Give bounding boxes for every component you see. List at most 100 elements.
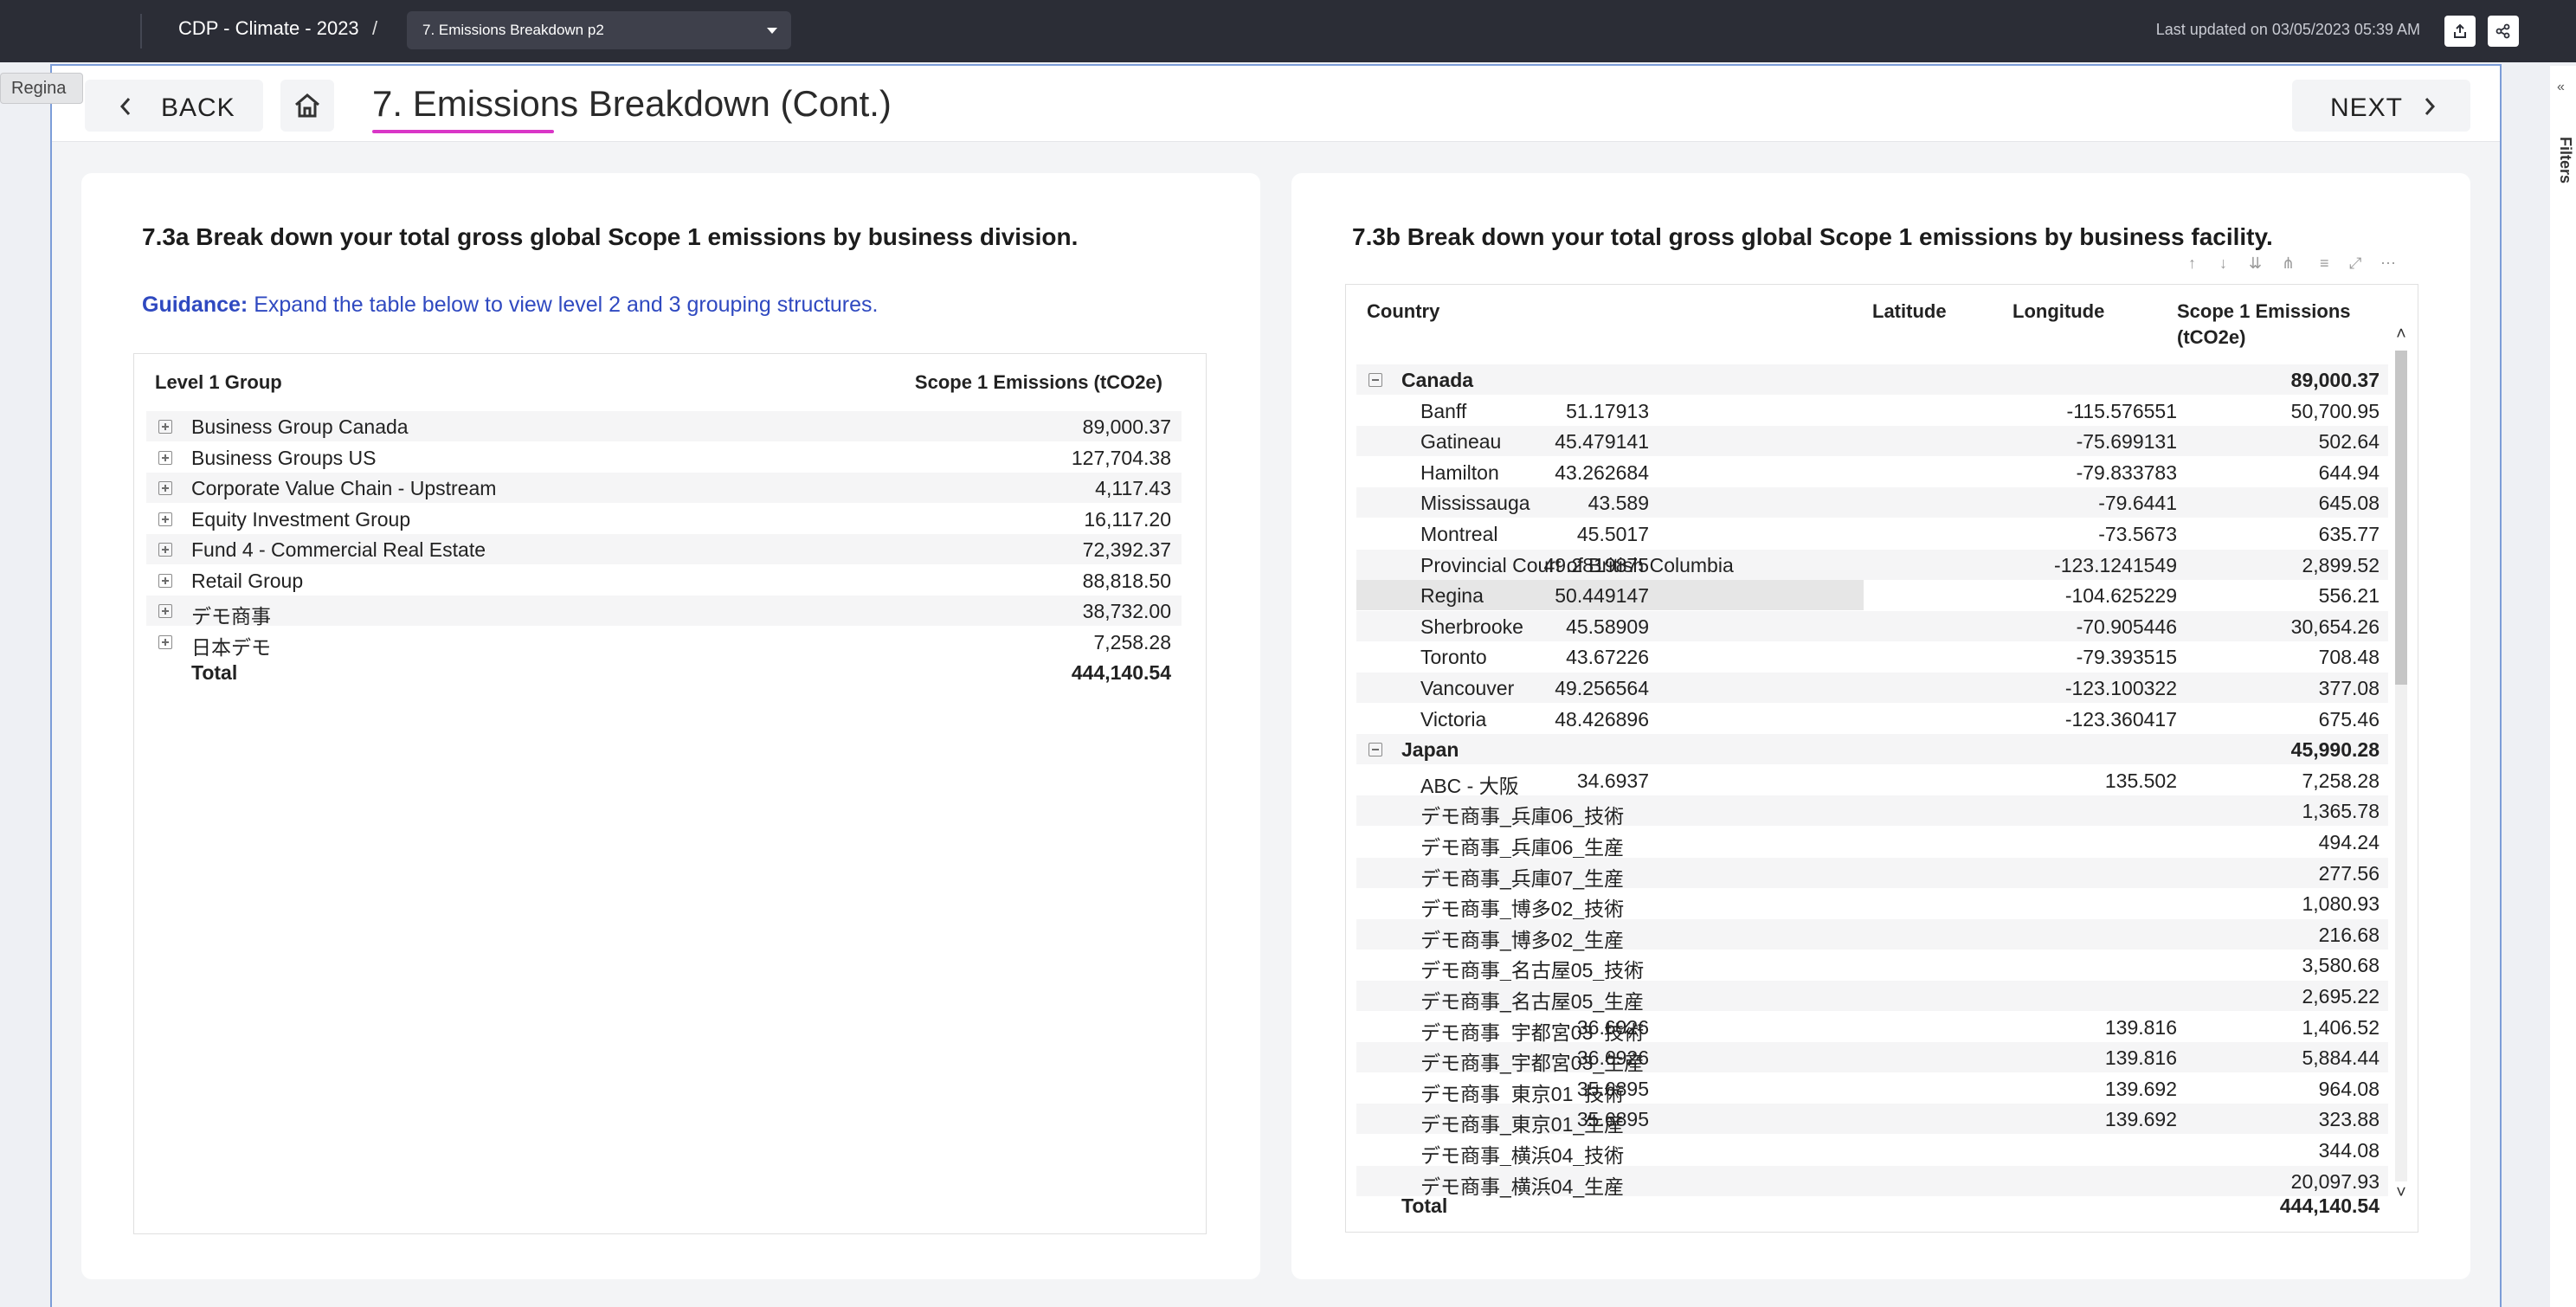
expand-icon[interactable] [158,543,172,557]
filters-pane[interactable]: « Filters [2550,66,2576,1307]
scroll-up-icon[interactable]: ˄ [2392,325,2411,344]
collapse-icon[interactable]: « [2557,80,2565,95]
scroll-down-icon[interactable]: ˅ [2392,1183,2411,1203]
longitude-value: 139.816 [2104,1046,2177,1070]
emissions-value: 1,406.52 [2302,1015,2380,1039]
next-button[interactable]: NEXT [2292,80,2470,132]
table-row[interactable]: Business Group Canada 89,000.37 [146,411,1182,441]
table-row[interactable]: Gatineau 45.479141 -75.699131 502.64 [1356,426,2388,457]
total-value: 444,140.54 [2279,1194,2380,1217]
facility-name: デモ商事_博多02_生産 [1420,928,1625,951]
division-emissions: 7,258.28 [1093,630,1171,654]
collapse-icon[interactable] [1368,373,1382,387]
division-emissions: 89,000.37 [1082,415,1171,438]
facility-name: デモ商事_兵庫06_生産 [1420,836,1625,859]
longitude-value: -123.1241549 [2054,553,2177,576]
table-row[interactable]: デモ商事_兵庫06_生産 494.24 [1356,827,2388,859]
facility-name: Gatineau [1420,430,1502,454]
expand-icon[interactable] [158,420,172,434]
group-row[interactable]: Japan 45,990.28 [1356,734,2388,765]
expand-icon[interactable] [158,481,172,495]
focus-mode-icon[interactable]: ⤢ [2349,254,2361,273]
group-row[interactable]: Canada 89,000.37 [1356,364,2388,395]
export-button[interactable] [2444,16,2476,47]
emissions-value: 675.46 [2318,707,2380,731]
table-row[interactable]: デモ商事_博多02_生産 216.68 [1356,918,2388,951]
expand-icon[interactable] [158,573,172,588]
share-button[interactable] [2488,16,2519,47]
emissions-value: 323.88 [2318,1108,2380,1131]
table-scrollbar[interactable]: ˄ ˅ [2392,302,2411,1216]
table-row[interactable]: Toronto 43.67226 -79.393515 708.48 [1356,641,2388,672]
table-row[interactable]: デモ商事_横浜04_技術 344.08 [1356,1135,2388,1167]
table-row[interactable]: Banff 51.17913 -115.576551 50,700.95 [1356,396,2388,426]
drill-up-icon[interactable]: ↑ [2188,254,2196,273]
table-row[interactable]: Equity Investment Group 16,117.20 [146,504,1182,534]
longitude-value: -104.625229 [2064,584,2177,608]
table-row[interactable]: Vancouver 49.256564 -123.100322 377.08 [1356,673,2388,703]
more-options-icon[interactable]: ⋯ [2380,254,2396,273]
table-row[interactable]: デモ商事_兵庫06_技術 1,365.78 [1356,795,2388,827]
table-row[interactable]: デモ商事_名古屋05_生産 2,695.22 [1356,981,2388,1013]
table-row[interactable]: Montreal 45.5017 -73.5673 635.77 [1356,518,2388,549]
table-row[interactable]: デモ商事_東京01_生産 35.6895 139.692 323.88 [1356,1104,2388,1136]
expand-icon[interactable] [158,512,172,526]
latitude-value: 50.449147 [1555,584,1649,608]
table-row[interactable]: デモ商事_博多02_技術 1,080.93 [1356,888,2388,920]
facility-name: ABC - 大阪 [1420,774,1519,797]
emissions-value: 494.24 [2318,831,2380,853]
back-button[interactable]: BACK [85,80,263,132]
emissions-value: 1,080.93 [2302,892,2380,916]
table-row[interactable]: デモ商事_兵庫07_生産 277.56 [1356,857,2388,890]
filter-icon[interactable]: ≡ [2320,254,2329,273]
table-row[interactable]: Fund 4 - Commercial Real Estate 72,392.37 [146,534,1182,564]
emissions-value: 5,884.44 [2302,1046,2380,1070]
latitude-value: 34.6937 [1576,769,1649,792]
emissions-value: 216.68 [2318,923,2380,946]
facility-name: Montreal [1420,523,1498,545]
longitude-value: -115.576551 [2066,399,2177,422]
table-row[interactable]: Retail Group 88,818.50 [146,565,1182,596]
table-row[interactable]: Corporate Value Chain - Upstream 4,117.43 [146,473,1182,503]
column-header-longitude[interactable]: Longitude [2012,299,2104,325]
table-row[interactable]: デモ商事_東京01_技術 35.6895 139.692 964.08 [1356,1073,2388,1105]
scroll-thumb[interactable] [2395,351,2407,685]
expand-hierarchy-icon[interactable]: ⋔ [2282,254,2295,273]
longitude-value: -70.905446 [2076,615,2177,638]
next-button-label: NEXT [2330,93,2404,122]
column-header-level-1-group[interactable]: Level 1 Group [155,371,282,394]
table-row[interactable]: Hamilton 43.262684 -79.833783 644.94 [1356,457,2388,487]
table-row[interactable]: Sherbrooke 45.58909 -70.905446 30,654.26 [1356,610,2388,641]
table-row[interactable]: デモ商事_宇都宮03_生産 36.6926 139.816 5,884.44 [1356,1042,2388,1074]
table-row[interactable]: Provincial Court of British Columbia 49.2… [1356,549,2388,580]
column-header-latitude[interactable]: Latitude [1872,299,1947,325]
table-row[interactable]: デモ商事_名古屋05_技術 3,580.68 [1356,950,2388,982]
table-row[interactable]: Business Groups US 127,704.38 [146,442,1182,473]
emissions-value: 7,258.28 [2302,769,2380,792]
longitude-value: -73.5673 [2098,523,2177,545]
total-row: Total 444,140.54 [146,657,1182,687]
breadcrumb-report[interactable]: CDP - Climate - 2023 [178,17,359,40]
home-button[interactable] [280,80,334,132]
title-underline [372,130,554,133]
drill-down-icon[interactable]: ↓ [2219,254,2227,273]
column-header-scope1[interactable]: Scope 1 Emissions (tCO2e) [2177,299,2351,351]
expand-icon[interactable] [158,604,172,618]
table-row[interactable]: ABC - 大阪 34.6937 135.502 7,258.28 [1356,765,2388,797]
expand-icon[interactable] [158,450,172,465]
table-row[interactable]: デモ商事_宇都宮03_技術 36.6926 139.816 1,406.52 [1356,1012,2388,1044]
page-select[interactable]: 7. Emissions Breakdown p2 [407,11,791,49]
table-row[interactable]: Regina 50.449147 -104.625229 556.21 [1356,580,2388,611]
collapse-icon[interactable] [1368,743,1382,757]
expand-icon[interactable] [158,634,172,649]
table-row[interactable]: Victoria 48.426896 -123.360417 675.46 [1356,704,2388,734]
table-row[interactable]: 日本デモ 7,258.28 [146,627,1182,659]
table-row[interactable]: Mississauga 43.589 -79.6441 645.08 [1356,487,2388,518]
column-header-country[interactable]: Country [1367,299,1439,325]
emissions-value: 964.08 [2318,1077,2380,1100]
table-row[interactable]: デモ商事 38,732.00 [146,596,1182,628]
facility-name: デモ商事_兵庫07_生産 [1420,866,1625,890]
page-select-value: 7. Emissions Breakdown p2 [422,22,604,38]
expand-all-down-icon[interactable]: ⇊ [2249,254,2262,273]
column-header-scope1[interactable]: Scope 1 Emissions (tCO2e) [915,371,1162,394]
